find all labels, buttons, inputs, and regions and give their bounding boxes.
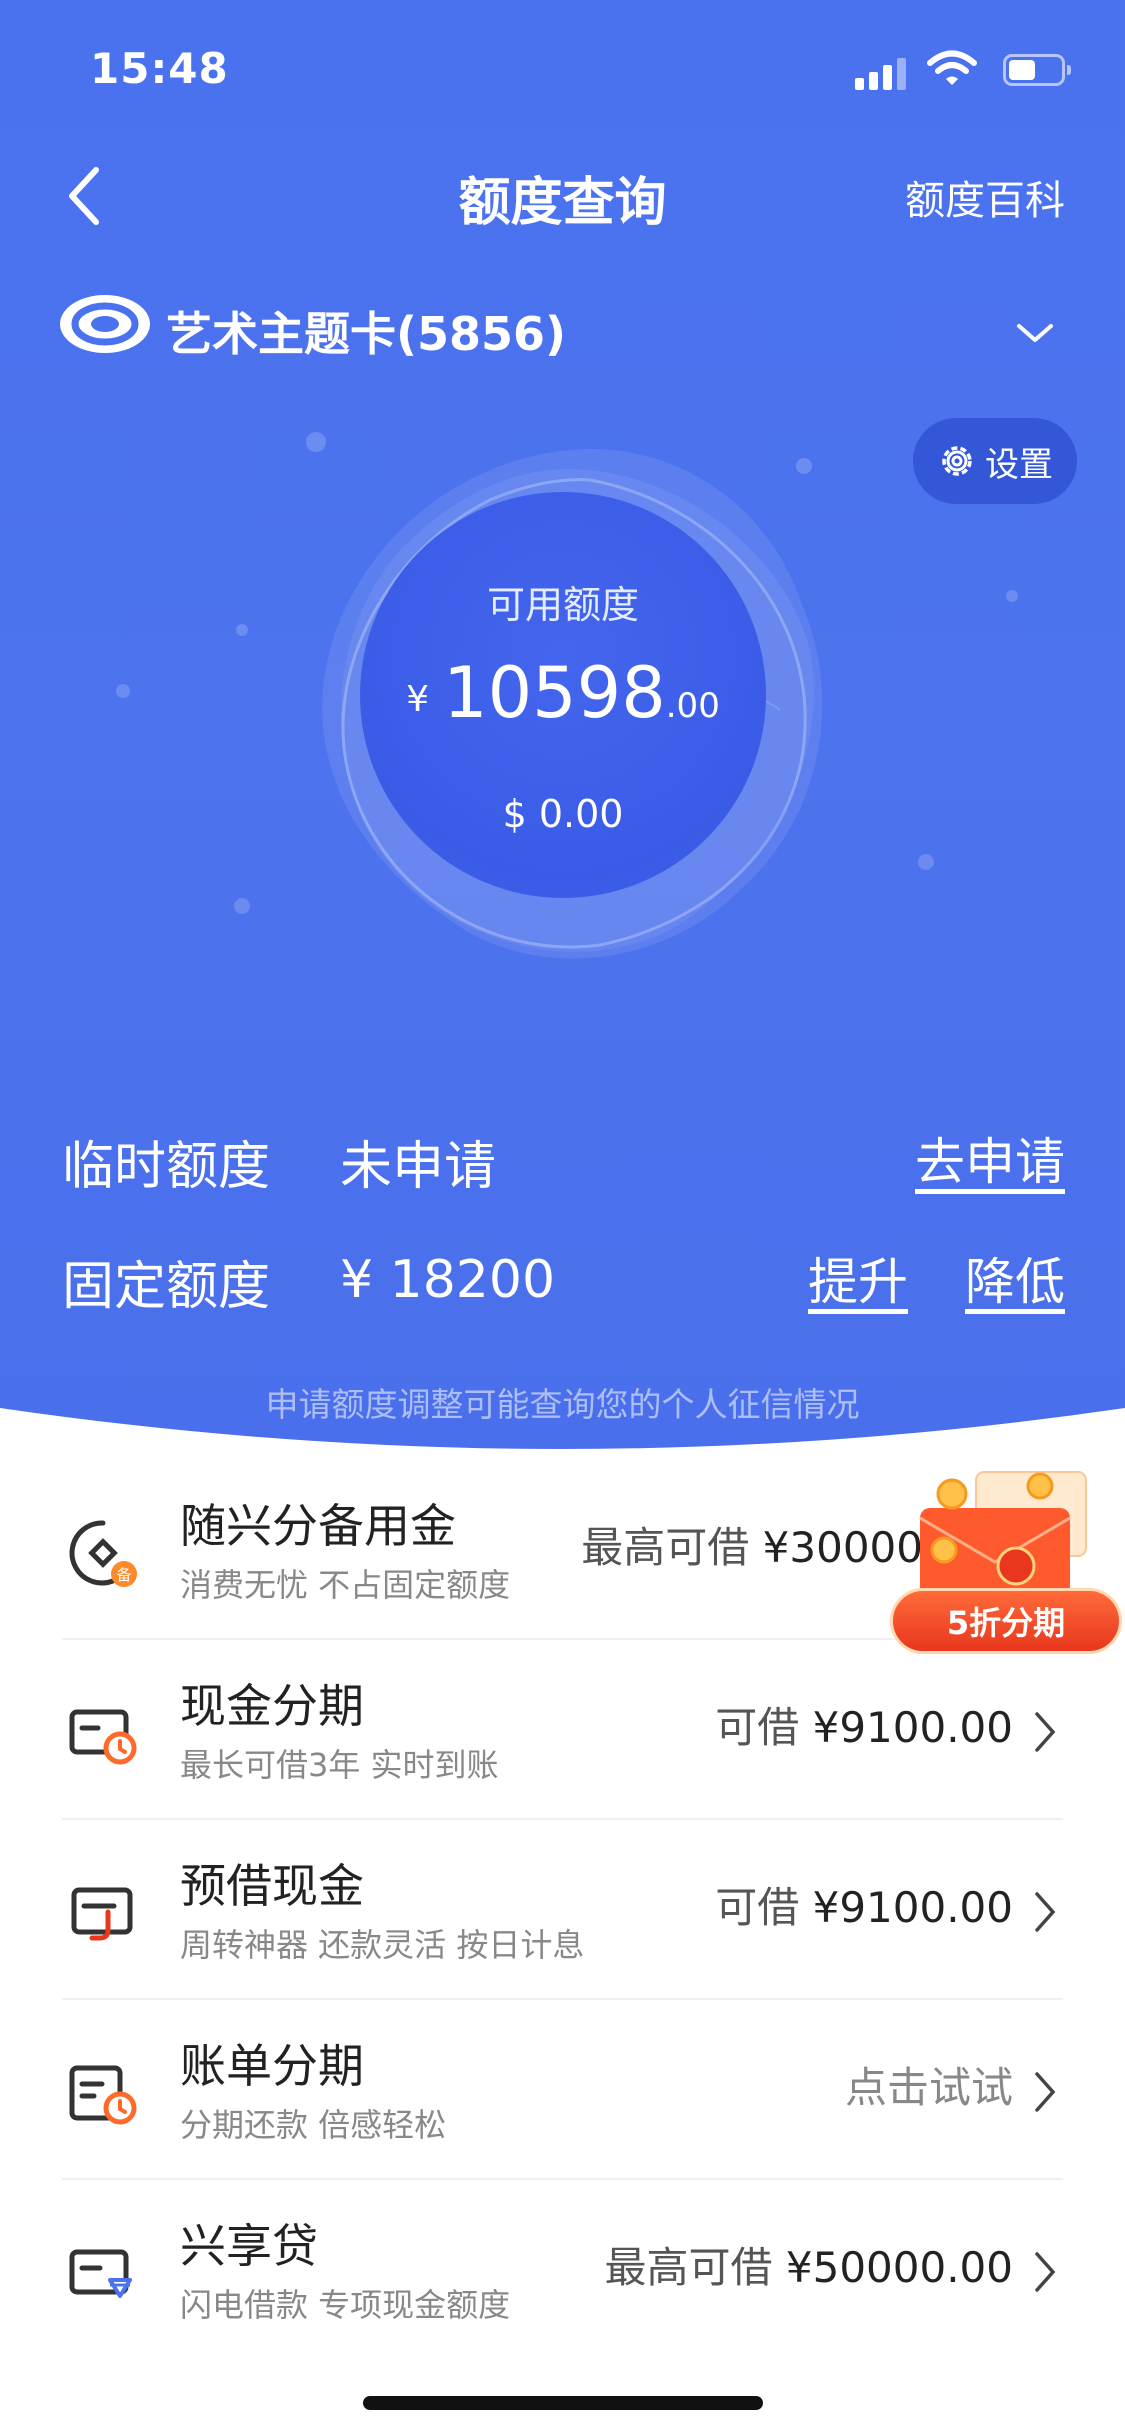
home-indicator[interactable]: [363, 2396, 763, 2410]
settings-button[interactable]: 设置: [913, 418, 1077, 504]
service-subtitle: 周转神器 还款灵活 按日计息: [180, 1926, 585, 1964]
service-title: 账单分期: [180, 2039, 364, 2093]
service-subtitle: 闪电借款 专项现金额度: [180, 2286, 511, 2324]
service-value: 可借 ¥9100.00: [715, 1883, 1013, 1932]
wifi-icon: [927, 50, 977, 85]
service-value: 最高可借 ¥50000.00: [604, 2243, 1013, 2292]
service-title: 随兴分备用金: [180, 1499, 456, 1553]
list-item[interactable]: 兴享贷 闪电借款 专项现金额度 最高可借 ¥50000.00: [62, 2180, 1063, 2360]
chevron-down-icon[interactable]: [1015, 318, 1055, 348]
available-credit-circle: 可用额度 ¥10598.00 $ 0.00: [360, 492, 766, 898]
chevron-right-icon: [1035, 1712, 1056, 1752]
cash-installment-icon: [69, 1709, 137, 1765]
service-value: 可借 ¥9100.00: [715, 1703, 1013, 1752]
cash-advance-icon: [71, 1887, 133, 1941]
gift-envelope-icon: [919, 1471, 1087, 1604]
amount-decimal: .00: [665, 686, 720, 726]
service-subtitle: 分期还款 倍感轻松: [180, 2106, 447, 2144]
promo-tag: 5折分期: [890, 1588, 1122, 1654]
available-credit-label: 可用额度: [486, 583, 639, 627]
svg-text:备: 备: [116, 1566, 131, 1584]
battery-icon: [1003, 54, 1071, 86]
fixed-limit-value: ¥ 18200: [340, 1250, 556, 1310]
temp-limit-value: 未申请: [340, 1137, 497, 1197]
status-icons: [855, 50, 1071, 90]
amount-integer: 10598: [443, 652, 666, 734]
list-item[interactable]: 现金分期 最长可借3年 实时到账 可借 ¥9100.00: [62, 1640, 1063, 1820]
service-subtitle: 消费无忧 不占固定额度: [180, 1566, 511, 1604]
currency-symbol: ¥: [406, 679, 430, 720]
reserve-fund-icon: 备: [69, 1520, 137, 1587]
raise-limit-link[interactable]: 提升: [808, 1242, 908, 1314]
apply-temp-limit-link[interactable]: 去申请: [915, 1122, 1065, 1194]
temp-limit-label: 临时额度: [62, 1137, 271, 1197]
service-value: 点击试试: [844, 2063, 1013, 2112]
chevron-right-icon: [1035, 1892, 1056, 1932]
chevron-right-icon: [1035, 2072, 1056, 2112]
chevron-right-icon: [1035, 2252, 1056, 2292]
fixed-limit-label: 固定额度: [62, 1257, 271, 1317]
card-name[interactable]: 艺术主题卡(5856): [166, 298, 566, 364]
list-item[interactable]: 账单分期 分期还款 倍感轻松 点击试试: [62, 2000, 1063, 2180]
service-title: 兴享贷: [180, 2219, 318, 2273]
promo-badge[interactable]: 5折分期: [890, 1458, 1122, 1663]
loan-icon: [69, 2249, 132, 2298]
bill-installment-icon: [69, 2065, 137, 2125]
usd-amount: $ 0.00: [502, 792, 624, 836]
service-subtitle: 最长可借3年 实时到账: [180, 1746, 499, 1784]
list-item[interactable]: 预借现金 周转神器 还款灵活 按日计息 可借 ¥9100.00: [62, 1820, 1063, 2000]
header-area: 15:48 额度查询 额度百科 艺术主题卡(5856) 设置 可用额度 ¥ 10…: [0, 0, 1125, 1460]
bank-logo-icon: [60, 295, 150, 353]
settings-label: 设置: [985, 444, 1053, 485]
available-credit-amount: ¥10598.00: [360, 652, 766, 734]
status-time: 15:48: [90, 44, 229, 93]
service-title: 预借现金: [180, 1859, 364, 1913]
wave-divider: [0, 1408, 1125, 1460]
service-title: 现金分期: [180, 1679, 364, 1733]
gear-icon: [942, 446, 972, 476]
limit-encyclopedia-link[interactable]: 额度百科: [905, 168, 1065, 226]
lower-limit-link[interactable]: 降低: [965, 1242, 1065, 1314]
service-value: 最高可借 ¥30000: [581, 1523, 923, 1572]
